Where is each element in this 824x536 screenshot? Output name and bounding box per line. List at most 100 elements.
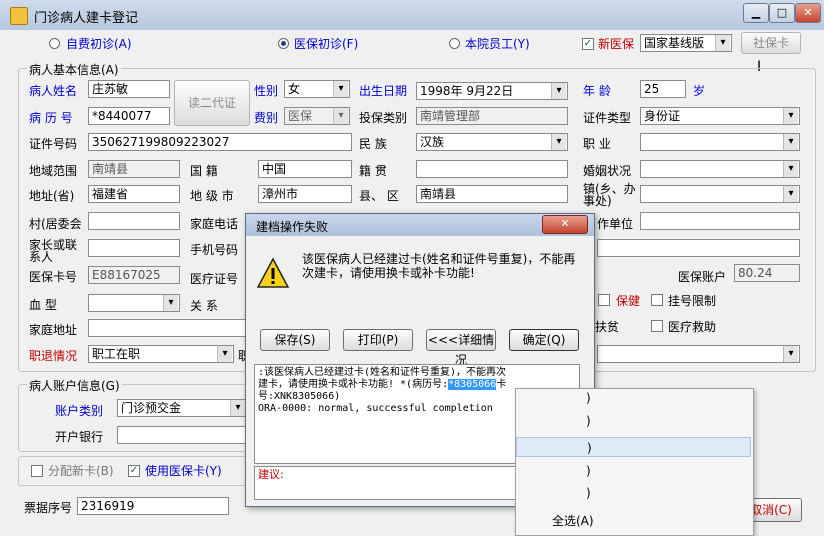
dialog-close-button[interactable]: ✕ <box>542 215 588 234</box>
ethnicity-label: 民 族 <box>359 137 387 151</box>
home-phone-label: 家庭电话 <box>190 217 239 231</box>
gender-select[interactable]: 女 <box>284 80 350 98</box>
dialog-title-bar[interactable]: 建档操作失败 ✕ <box>246 214 594 236</box>
basic-info-title: 病人基本信息(A) <box>27 61 121 78</box>
extra-input[interactable] <box>597 239 800 257</box>
region-label: 地域范围 <box>29 164 78 178</box>
id-no-input[interactable]: 350627199809223027 <box>88 133 352 151</box>
nationality-input[interactable]: 中国 <box>258 160 352 178</box>
menu-item-1[interactable]: ) <box>516 388 751 408</box>
insurance-type-select[interactable]: 国家基线版 <box>640 34 732 52</box>
town-label: 镇(乡、办事处) <box>583 182 636 208</box>
occupation-select[interactable] <box>640 133 800 151</box>
detail-line-2a: 建卡，请使用换卡或补卡功能! *(病历号: <box>258 379 449 390</box>
region-input[interactable]: 南靖县 <box>88 160 180 178</box>
birth-label: 出生日期 <box>359 84 408 98</box>
town-select[interactable] <box>640 185 800 203</box>
home-address-input[interactable] <box>88 319 248 337</box>
receipt-label: 票据序号 <box>24 501 73 515</box>
assign-card-checkbox[interactable] <box>31 465 43 477</box>
reg-limit-checkbox[interactable] <box>651 294 663 306</box>
close-button[interactable]: ✕ <box>795 3 821 23</box>
menu-item-select-all[interactable]: 全选(A) <box>516 511 751 531</box>
bank-input[interactable] <box>117 426 247 444</box>
poverty-label: 扶贫 <box>595 320 620 334</box>
insurance-card-input[interactable]: E88167025 <box>88 266 180 284</box>
maximize-button[interactable]: □ <box>769 3 795 23</box>
radio-self-pay[interactable] <box>49 38 60 49</box>
account-label: 医保账户 <box>678 270 727 284</box>
village-input[interactable] <box>88 212 180 230</box>
suggest-label: 建议: <box>258 468 284 481</box>
guardian-label: 家长或联系人 <box>29 238 78 264</box>
dialog-print-button[interactable]: 打印(P) <box>343 329 413 351</box>
account-type-select[interactable]: 门诊预交金 <box>117 399 247 417</box>
window-title: 门诊病人建卡登记 <box>34 11 139 26</box>
guardian-input[interactable] <box>88 239 180 257</box>
app-icon <box>10 7 28 25</box>
work-unit-label: 作单位 <box>597 217 634 231</box>
reg-limit-label: 挂号限制 <box>668 294 717 308</box>
guarantee-checkbox[interactable] <box>598 294 610 306</box>
status-select[interactable]: 职工在职 <box>88 345 234 363</box>
name-input[interactable]: 庄苏敏 <box>88 80 170 98</box>
work-unit-input[interactable] <box>640 212 800 230</box>
new-insurance-label: 新医保 <box>598 37 635 51</box>
minimize-button[interactable]: ▁ <box>743 3 769 23</box>
id-type-select[interactable]: 身份证 <box>640 107 800 125</box>
insurance-card-label: 医保卡号 <box>29 270 78 284</box>
new-insurance-checkbox[interactable]: ✓ <box>582 38 594 50</box>
context-menu: ) ) ) ) ) 全选(A) <box>515 388 754 536</box>
fee-type-label: 费别 <box>254 111 279 125</box>
dialog-save-button[interactable]: 保存(S) <box>260 329 330 351</box>
status-extra-select[interactable] <box>597 345 800 363</box>
nationality-label: 国 籍 <box>190 164 218 178</box>
age-unit-label: 岁 <box>693 84 706 98</box>
account-info-title: 病人账户信息(G) <box>27 377 122 394</box>
detail-line-2b: 卡 <box>496 379 507 390</box>
blood-select[interactable] <box>88 294 180 312</box>
fee-type-select[interactable]: 医保 <box>284 107 350 125</box>
city-input[interactable]: 漳州市 <box>258 185 352 203</box>
status-label: 职退情况 <box>29 349 78 363</box>
radio-staff[interactable] <box>449 38 460 49</box>
city-label: 地 级 市 <box>190 189 234 203</box>
radio-insurance-label[interactable]: 医保初诊(F) <box>294 35 358 52</box>
dialog-message: 该医保病人已经建过卡(姓名和证件号重复)，不能再次建卡，请使用换卡或补卡功能! <box>302 252 576 280</box>
radio-self-pay-label[interactable]: 自费初诊(A) <box>66 35 132 52</box>
use-insurance-card-label: 使用医保卡(Y) <box>145 464 222 478</box>
menu-item-5[interactable]: ) <box>516 483 751 503</box>
id-no-label: 证件号码 <box>29 137 78 151</box>
menu-item-3[interactable]: ) <box>516 437 751 457</box>
age-input[interactable]: 25 <box>640 80 686 98</box>
province-input[interactable]: 福建省 <box>88 185 180 203</box>
native-place-input[interactable] <box>416 160 568 178</box>
id-type-label: 证件类型 <box>583 111 632 125</box>
record-no-input[interactable]: *8440077 <box>88 107 170 125</box>
ethnicity-select[interactable]: 汉族 <box>416 133 568 151</box>
radio-insurance[interactable] <box>278 38 289 49</box>
village-label: 村(居委会 <box>29 217 82 231</box>
dialog-ok-button[interactable]: 确定(Q) <box>509 329 579 351</box>
title-bar[interactable]: 门诊病人建卡登记 ▁ □ ✕ <box>0 0 824 30</box>
menu-item-4[interactable]: ) <box>516 461 751 481</box>
dialog-details-button[interactable]: <<<详细情况 <box>426 329 496 367</box>
marital-select[interactable] <box>640 160 800 178</box>
dialog-title: 建档操作失败 <box>256 220 329 234</box>
age-label: 年 龄 <box>583 84 611 98</box>
county-input[interactable]: 南靖县 <box>416 185 568 203</box>
medical-aid-checkbox[interactable] <box>651 320 663 332</box>
birth-select[interactable]: 1998年 9月22日 <box>416 82 568 100</box>
radio-staff-label[interactable]: 本院员工(Y) <box>465 35 530 52</box>
mobile-label: 手机号码 <box>190 243 239 257</box>
read-id-card-button[interactable]: 读二代证 <box>174 80 250 126</box>
insure-category-input[interactable]: 南靖管理部 <box>416 107 568 125</box>
account-type-label: 账户类别 <box>55 404 104 418</box>
record-no-label: 病 历 号 <box>29 111 73 125</box>
medical-aid-label: 医疗救助 <box>668 320 717 334</box>
social-card-button[interactable]: 社保卡 <box>741 32 801 54</box>
account-input[interactable]: 80.24 <box>734 264 800 282</box>
use-insurance-card-checkbox[interactable]: ✓ <box>128 465 140 477</box>
receipt-input[interactable]: 2316919 <box>77 497 229 515</box>
menu-item-2[interactable]: ) <box>516 411 751 431</box>
